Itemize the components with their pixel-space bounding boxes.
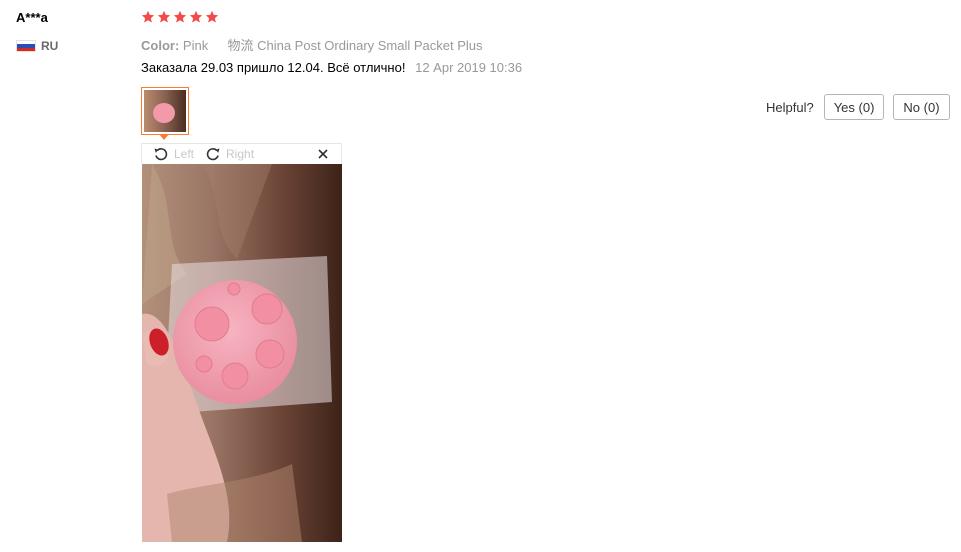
rotate-right-icon [206, 148, 220, 161]
rotate-left-label: Left [174, 147, 195, 161]
review-photo-enlarged [142, 164, 342, 542]
review-text: Заказала 29.03 пришло 12.04. Всё отлично… [141, 60, 522, 75]
country-code: RU [41, 39, 59, 53]
review-item: A***a RU Color: Pink 物流 China Post Ordin… [0, 0, 961, 552]
order-attributes: Color: Pink 物流 China Post Ordinary Small… [141, 35, 483, 54]
rotate-left-button[interactable]: Left [153, 146, 194, 162]
review-photo-thumbnail[interactable] [141, 87, 189, 135]
review-date: 12 Apr 2019 10:36 [415, 60, 523, 75]
reviewer-name: A***a [16, 10, 48, 25]
image-viewer-toolbar: Left Right [141, 143, 342, 164]
helpful-no-button[interactable]: No (0) [893, 94, 950, 120]
helpful-label: Helpful? [766, 99, 814, 115]
color-key: Color: [141, 38, 180, 53]
star-icon [173, 10, 187, 23]
star-icon [189, 10, 203, 23]
color-value: Pink [182, 38, 209, 53]
star-rating [141, 10, 219, 24]
rotate-right-button[interactable]: Right [205, 146, 254, 162]
reviewer-country: RU [16, 39, 58, 53]
star-icon [157, 10, 171, 23]
star-icon [141, 10, 155, 23]
helpful-vote: Helpful? Yes (0) No (0) [766, 94, 950, 120]
rotate-left-icon [154, 148, 168, 161]
rotate-right-label: Right [226, 147, 255, 161]
review-comment: Заказала 29.03 пришло 12.04. Всё отлично… [141, 60, 406, 75]
thumbnail-pointer [159, 134, 169, 140]
russia-flag-icon [16, 40, 36, 52]
thumbnail-image [144, 90, 186, 132]
star-icon [205, 10, 219, 23]
helpful-yes-button[interactable]: Yes (0) [823, 94, 885, 120]
logistics-key: 物流 [227, 38, 254, 53]
logistics-value: China Post Ordinary Small Packet Plus [257, 38, 483, 53]
close-icon[interactable] [317, 148, 329, 160]
